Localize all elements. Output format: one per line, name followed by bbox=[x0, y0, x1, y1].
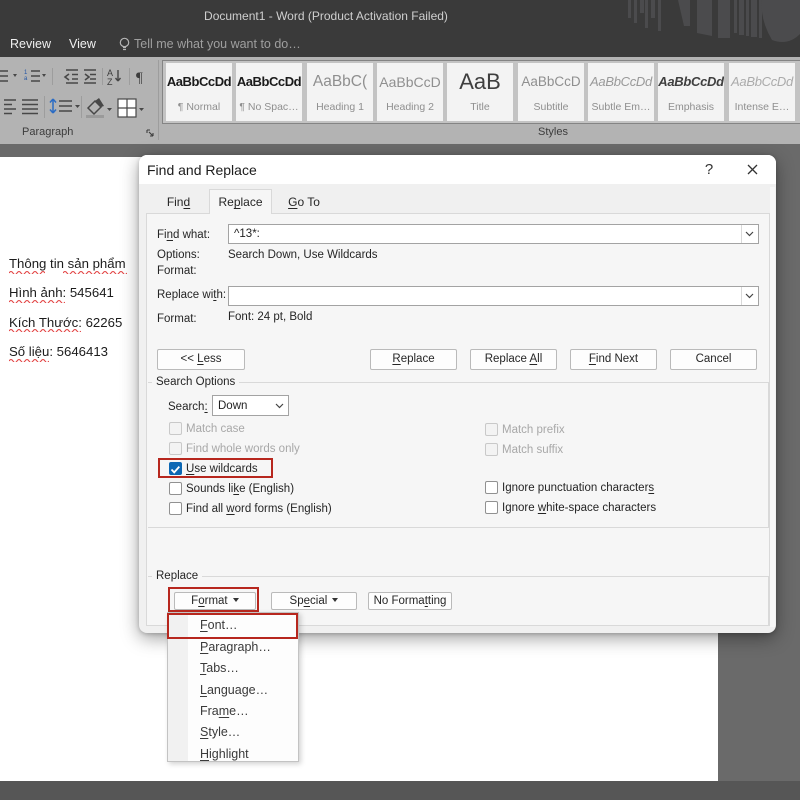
svg-text:a: a bbox=[24, 76, 28, 82]
svg-text:Z: Z bbox=[107, 77, 113, 87]
svg-text:¶: ¶ bbox=[136, 70, 143, 86]
